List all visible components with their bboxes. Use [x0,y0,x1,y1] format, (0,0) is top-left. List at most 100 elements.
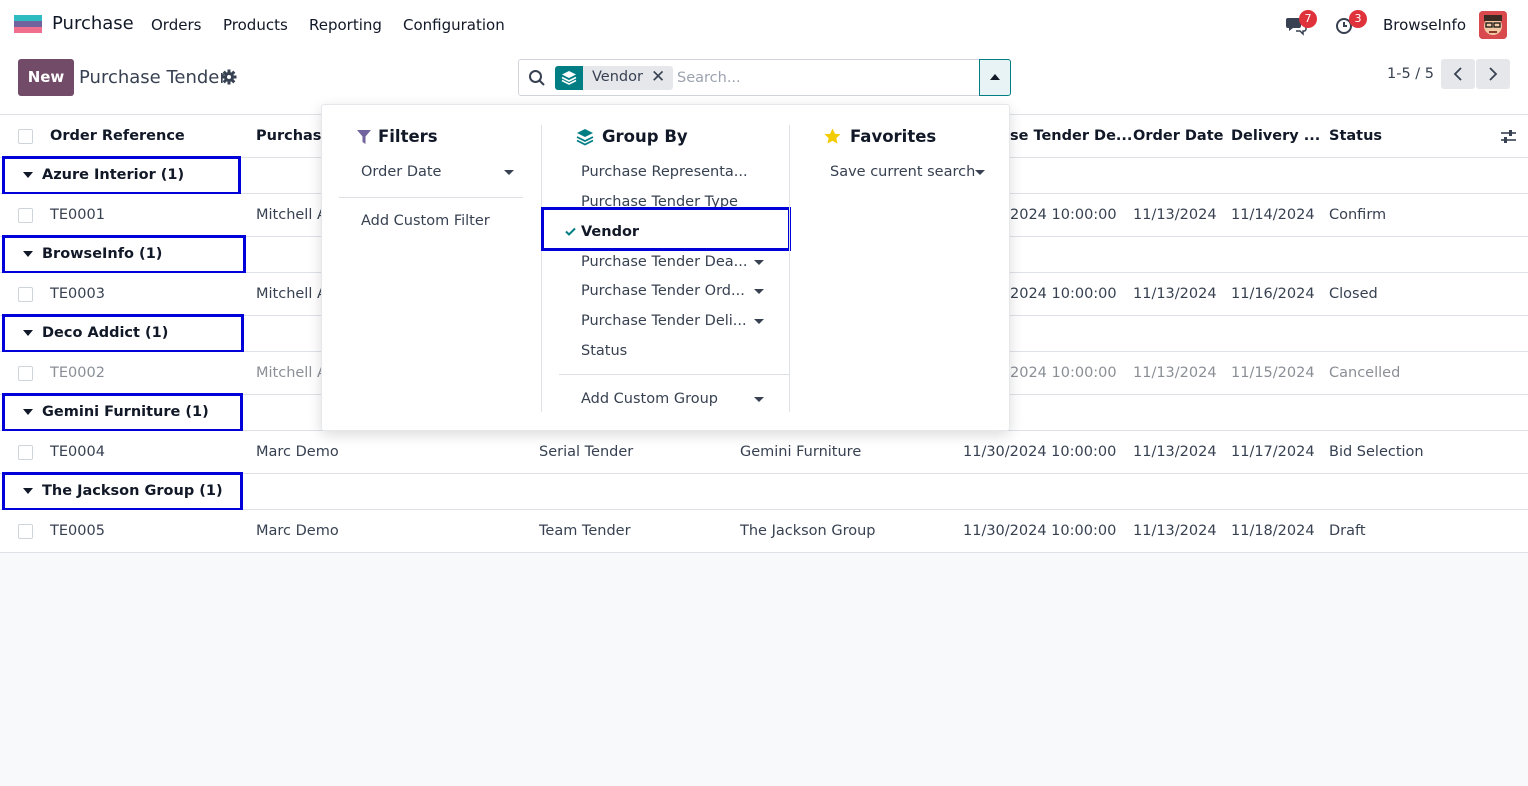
cell-delivery-date: 11/14/2024 [1231,207,1315,223]
filter-order-date[interactable]: Order Date [361,164,441,180]
highlight-box [2,472,243,511]
menu-configuration[interactable]: Configuration [403,16,505,34]
caret-down-icon[interactable] [975,170,985,175]
menu-orders[interactable]: Orders [151,16,201,34]
row-checkbox[interactable] [18,524,33,539]
highlight-box [541,207,791,251]
highlight-box [2,235,246,274]
purchase-app-icon[interactable] [14,15,42,33]
group-by-status[interactable]: Status [581,343,627,359]
cell-delivery-date: 11/17/2024 [1231,444,1315,460]
layers-icon [576,129,594,146]
group-by-tender-deadline[interactable]: Purchase Tender Dea... [581,254,747,270]
cell-status: Draft [1329,523,1366,539]
add-custom-filter[interactable]: Add Custom Filter [361,213,490,229]
optional-columns-sliders-icon[interactable] [1500,129,1517,144]
search-options-toggle[interactable] [979,59,1011,96]
save-current-search[interactable]: Save current search [830,164,975,180]
activities-clock-icon[interactable]: 3 [1335,10,1367,36]
pager-previous-button[interactable] [1441,59,1475,89]
cell-order-date: 11/13/2024 [1133,444,1217,460]
column-order-reference[interactable]: Order Reference [50,128,185,144]
caret-up-icon [990,74,1000,80]
pager-value[interactable]: 1-5 / 5 [1387,66,1434,82]
vendor-facet[interactable]: Vendor ✕ [555,66,673,90]
messages-icon[interactable]: 7 [1285,10,1317,36]
table-row[interactable]: TE0004 Marc Demo Serial Tender Gemini Fu… [0,431,1528,474]
caret-down-icon[interactable] [754,289,764,294]
pager-next-button[interactable] [1476,59,1510,89]
search-options-dropdown: Filters Order Date Add Custom Filter Gro… [321,104,1010,431]
group-by-layers-icon [555,66,583,90]
column-delivery-date[interactable]: Delivery ... [1231,128,1320,144]
highlight-box [2,156,241,195]
search-input[interactable] [677,66,967,90]
favorites-title: Favorites [850,127,937,146]
cell-deadline: 2024 10:00:00 [1010,286,1117,302]
cell-representative: Mitchell A [256,207,327,223]
cell-status: Bid Selection [1329,444,1424,460]
caret-down-icon[interactable] [754,397,764,402]
column-tender-deadline[interactable]: se Tender De... [1010,128,1132,144]
app-name[interactable]: Purchase [52,13,134,34]
cell-order-date: 11/13/2024 [1133,365,1217,381]
top-navbar: Purchase Orders Products Reporting Confi… [0,0,1528,50]
cell-deadline: 2024 10:00:00 [1010,365,1117,381]
user-menu-name[interactable]: BrowseInfo [1383,16,1466,34]
cell-tender-type: Serial Tender [539,444,634,460]
user-avatar[interactable] [1479,11,1507,39]
cell-order-date: 11/13/2024 [1133,523,1217,539]
caret-down-icon[interactable] [754,260,764,265]
cell-reference: TE0003 [50,286,105,302]
cell-vendor: The Jackson Group [740,523,876,539]
cell-deadline: 2024 10:00:00 [1010,207,1117,223]
search-bar[interactable]: Vendor ✕ [518,59,1011,96]
group-row[interactable]: The Jackson Group (1) [0,472,1528,511]
column-status[interactable]: Status [1329,128,1382,144]
cell-representative: Mitchell A [256,286,327,302]
column-purchase-representative[interactable]: Purchase [256,128,331,144]
cell-reference: TE0001 [50,207,105,223]
row-checkbox[interactable] [18,208,33,223]
cell-reference: TE0004 [50,444,105,460]
table-row[interactable]: TE0005 Marc Demo Team Tender The Jackson… [0,510,1528,553]
cell-representative: Marc Demo [256,523,339,539]
group-by-tender-delivery[interactable]: Purchase Tender Deli... [581,313,747,329]
menu-products[interactable]: Products [223,16,288,34]
row-checkbox[interactable] [18,287,33,302]
cell-reference: TE0005 [50,523,105,539]
cell-deadline: 11/30/2024 10:00:00 [963,523,1117,539]
gear-icon[interactable] [221,69,237,85]
cell-delivery-date: 11/15/2024 [1231,365,1315,381]
new-button[interactable]: New [18,59,74,96]
group-by-purchase-representative[interactable]: Purchase Representa... [581,164,748,180]
chevron-left-icon [1453,67,1462,81]
cell-representative: Mitchell A [256,365,327,381]
add-custom-group[interactable]: Add Custom Group [581,391,718,407]
caret-down-icon[interactable] [754,319,764,324]
cell-vendor: Gemini Furniture [740,444,862,460]
group-by-title: Group By [602,127,688,146]
cell-deadline: 11/30/2024 10:00:00 [963,444,1117,460]
filter-icon [357,130,371,144]
facet-label: Vendor [592,69,643,85]
remove-facet-icon[interactable]: ✕ [651,67,665,87]
column-order-date[interactable]: Order Date [1133,128,1223,144]
select-all-checkbox[interactable] [18,129,33,144]
row-checkbox[interactable] [18,366,33,381]
menu-reporting[interactable]: Reporting [309,16,382,34]
caret-down-icon[interactable] [504,170,514,175]
search-icon[interactable] [528,69,546,87]
divider [339,197,523,198]
divider [559,374,789,375]
activities-badge: 3 [1349,10,1367,28]
highlight-box [2,314,244,353]
cell-status: Cancelled [1329,365,1401,381]
cell-reference: TE0002 [50,365,105,381]
cell-order-date: 11/13/2024 [1133,207,1217,223]
group-by-tender-order-date[interactable]: Purchase Tender Ord... [581,283,745,299]
messages-badge: 7 [1299,10,1317,28]
cell-delivery-date: 11/18/2024 [1231,523,1315,539]
breadcrumb: Purchase Tender [79,67,227,88]
row-checkbox[interactable] [18,445,33,460]
